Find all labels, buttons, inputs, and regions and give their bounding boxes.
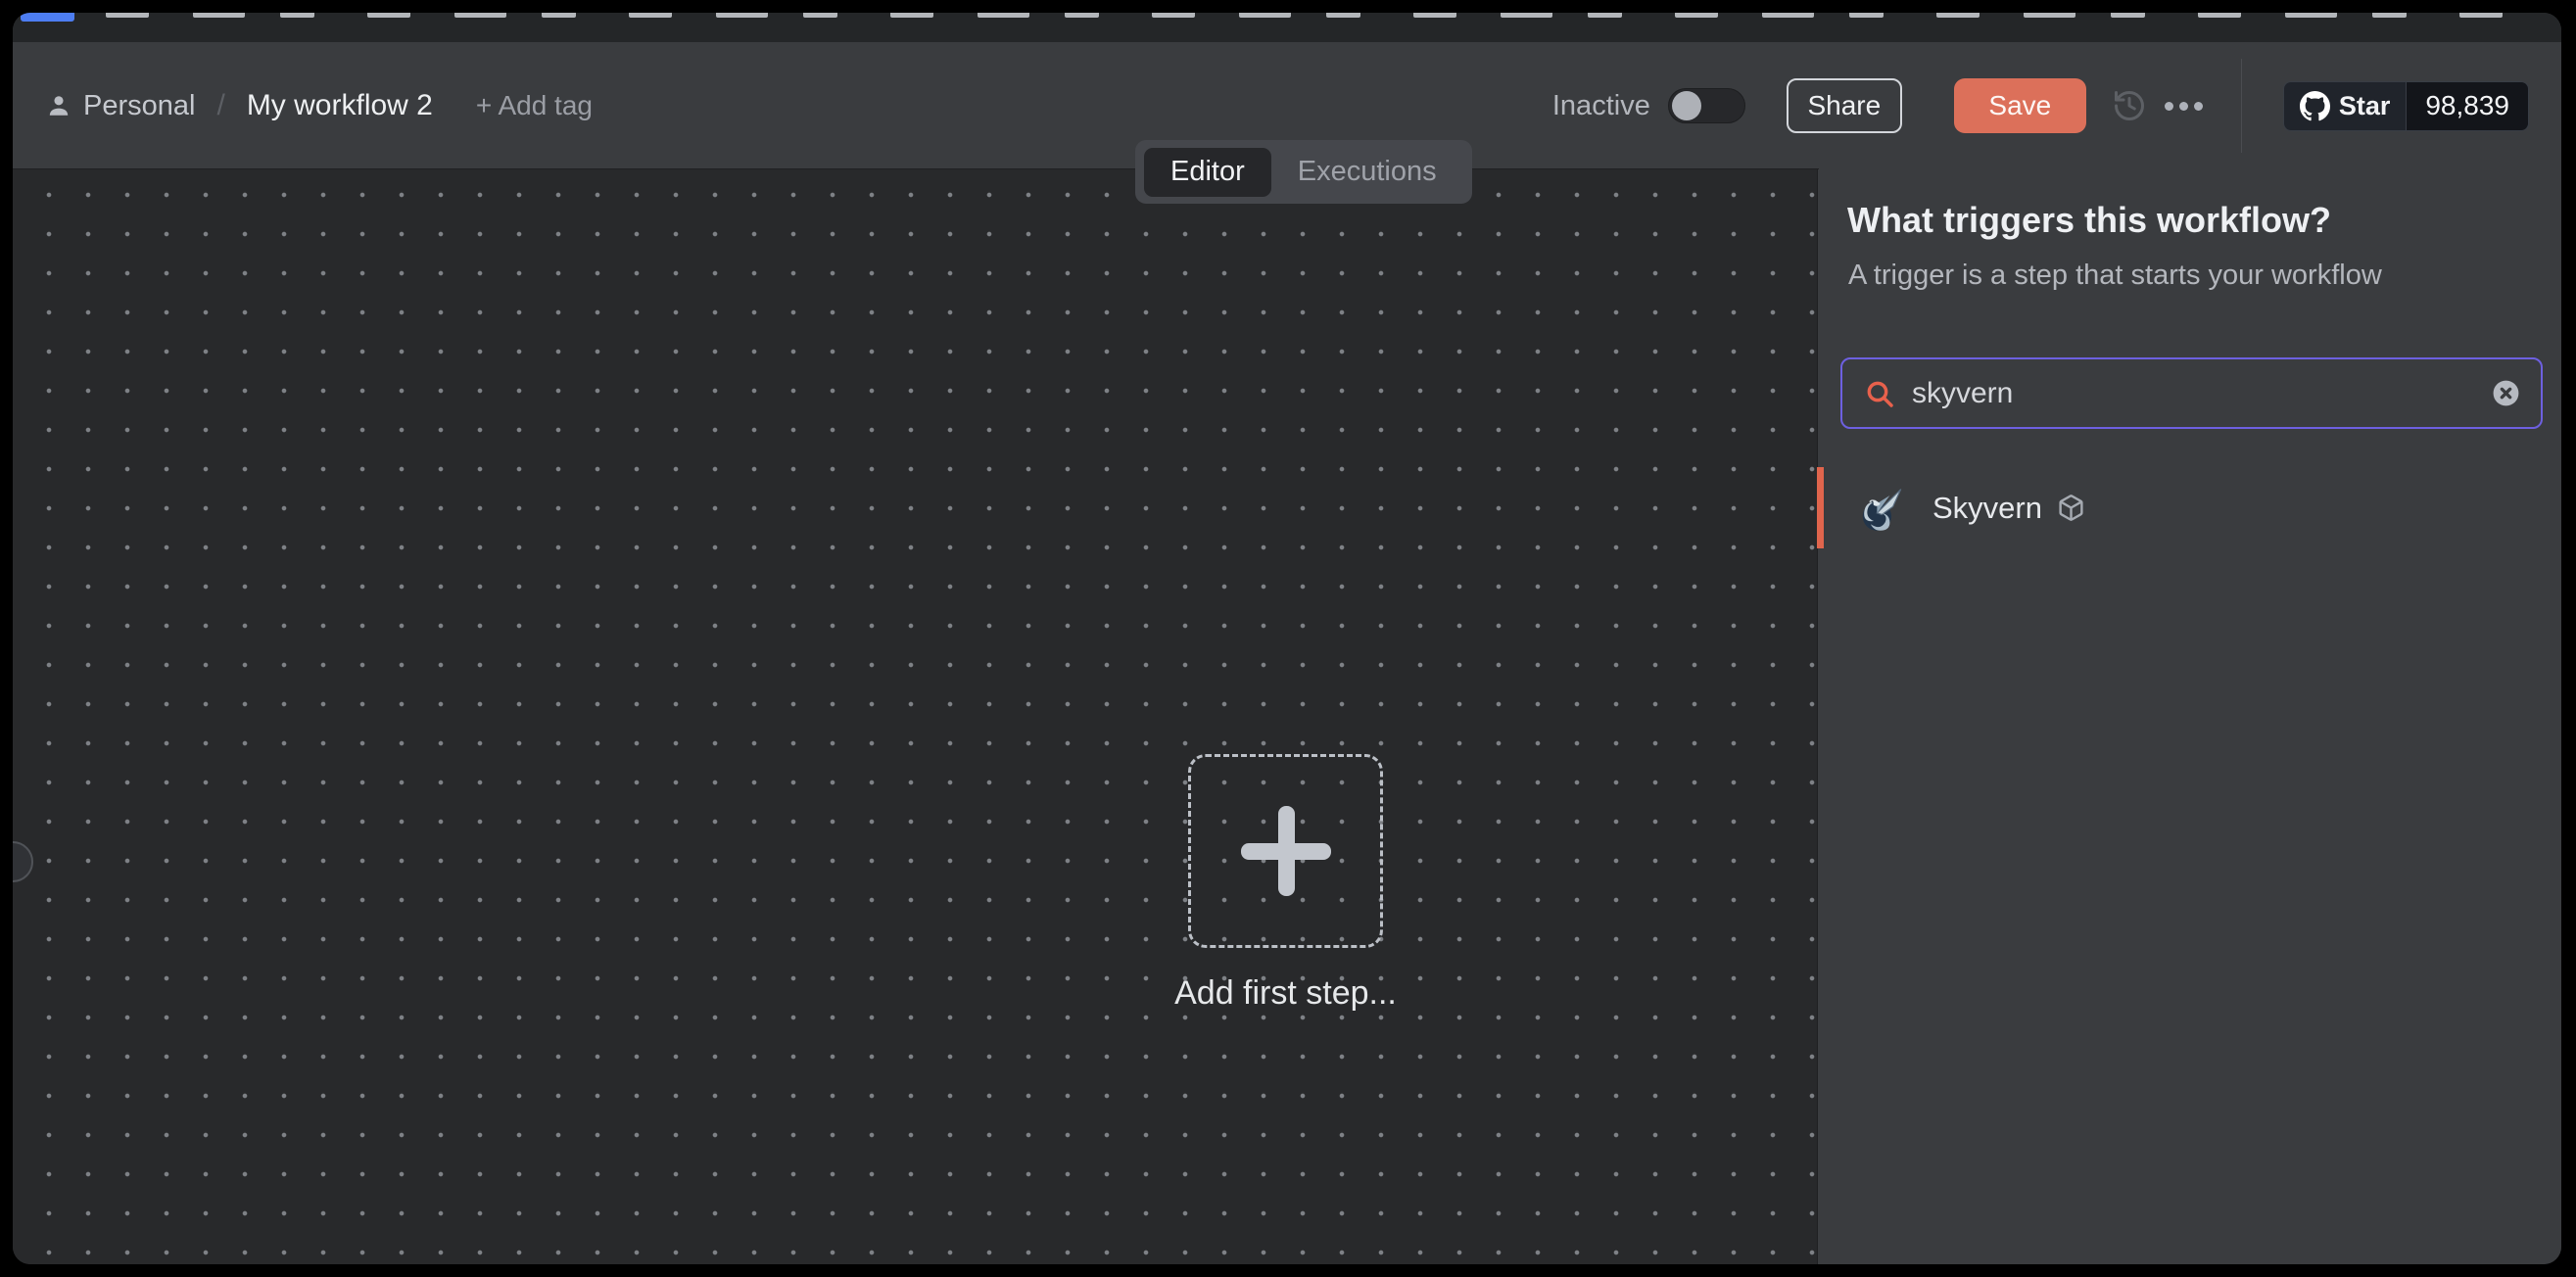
browser-tab-sliver — [2285, 13, 2337, 18]
header-actions: Inactive Share Save — [1552, 59, 2529, 153]
header-bottom-border — [13, 168, 1819, 169]
trigger-panel: What triggers this workflow? A trigger i… — [1818, 169, 2561, 1264]
browser-tab-sliver — [1065, 13, 1099, 18]
app-window: Personal / My workflow 2 + Add tag Inact… — [13, 13, 2561, 1264]
plus-icon — [1241, 806, 1331, 896]
save-button[interactable]: Save — [1954, 78, 2086, 133]
browser-tab-sliver — [1326, 13, 1360, 18]
more-options-button[interactable] — [2157, 78, 2212, 133]
browser-tab-sliver — [1849, 13, 1884, 18]
browser-tab-sliver — [1762, 13, 1814, 18]
result-name: Skyvern — [1932, 491, 2042, 526]
skyvern-logo — [1853, 483, 1904, 534]
project-name: Personal — [83, 90, 195, 122]
history-button[interactable] — [2102, 78, 2157, 133]
browser-tab-sliver — [280, 13, 314, 18]
panel-title: What triggers this workflow? — [1847, 200, 2331, 241]
tab-editor[interactable]: Editor — [1144, 148, 1271, 197]
breadcrumb-separator: / — [216, 89, 224, 122]
collapsed-panel-handle[interactable] — [13, 841, 33, 882]
browser-tab-sliver — [629, 13, 672, 18]
panel-subtitle: A trigger is a step that starts your wor… — [1848, 260, 2382, 292]
github-star-label: Star — [2339, 91, 2391, 121]
browser-tab-sliver — [21, 13, 74, 22]
add-first-step-button[interactable] — [1188, 754, 1383, 948]
browser-tab-sliver — [454, 13, 506, 18]
browser-tab-sliver — [367, 13, 410, 18]
ellipsis-icon — [2165, 102, 2203, 111]
add-tag-button[interactable]: + Add tag — [476, 90, 593, 121]
node-search-box — [1840, 357, 2543, 429]
clear-search-icon[interactable] — [2491, 378, 2521, 408]
toggle-knob — [1672, 91, 1701, 120]
browser-tab-sliver — [978, 13, 1029, 18]
browser-tab-sliver — [2198, 13, 2241, 18]
browser-tab-sliver — [542, 13, 576, 18]
github-star-count[interactable]: 98,839 — [2407, 82, 2528, 130]
history-icon — [2112, 88, 2147, 123]
browser-tab-sliver — [2024, 13, 2075, 18]
github-icon — [2300, 91, 2330, 121]
browser-tab-sliver — [1239, 13, 1291, 18]
main-area: Add first step... What triggers this wor… — [13, 169, 2561, 1264]
browser-tab-sliver — [106, 13, 149, 18]
browser-tab-sliver — [1675, 13, 1718, 18]
header-divider — [2241, 59, 2242, 153]
browser-tab-sliver — [716, 13, 768, 18]
browser-tab-sliver — [2111, 13, 2145, 18]
add-first-step-label: Add first step... — [1087, 974, 1484, 1013]
tab-executions[interactable]: Executions — [1271, 148, 1463, 197]
browser-tab-sliver — [1152, 13, 1195, 18]
browser-tab-sliver — [1936, 13, 1980, 18]
workflow-title[interactable]: My workflow 2 — [247, 89, 433, 122]
search-result-skyvern[interactable]: Skyvern — [1818, 467, 2561, 548]
share-button[interactable]: Share — [1787, 78, 1902, 133]
browser-tab-sliver — [2372, 13, 2407, 18]
person-icon — [46, 93, 72, 118]
browser-tab-sliver — [1588, 13, 1622, 18]
active-toggle[interactable] — [1668, 88, 1745, 123]
browser-tab-sliver — [1501, 13, 1552, 18]
browser-tab-sliver — [1413, 13, 1456, 18]
search-icon — [1864, 378, 1895, 409]
result-accent-bar — [1817, 467, 1824, 548]
community-node-icon — [2057, 494, 2085, 522]
browser-tab-sliver — [193, 13, 245, 18]
browser-tab-sliver — [803, 13, 837, 18]
browser-tab-strip — [13, 13, 2561, 42]
browser-tab-sliver — [2459, 13, 2503, 18]
view-tabs: Editor Executions — [1135, 140, 1472, 204]
workflow-canvas[interactable]: Add first step... — [13, 169, 1818, 1264]
browser-tab-sliver — [890, 13, 933, 18]
github-star-widget[interactable]: Star 98,839 — [2283, 81, 2529, 131]
workflow-status-label: Inactive — [1552, 90, 1650, 122]
github-star-button[interactable]: Star — [2284, 82, 2408, 130]
project-crumb[interactable]: Personal — [46, 90, 195, 122]
search-input[interactable] — [1912, 377, 2491, 410]
breadcrumb: Personal / My workflow 2 + Add tag — [46, 89, 593, 122]
